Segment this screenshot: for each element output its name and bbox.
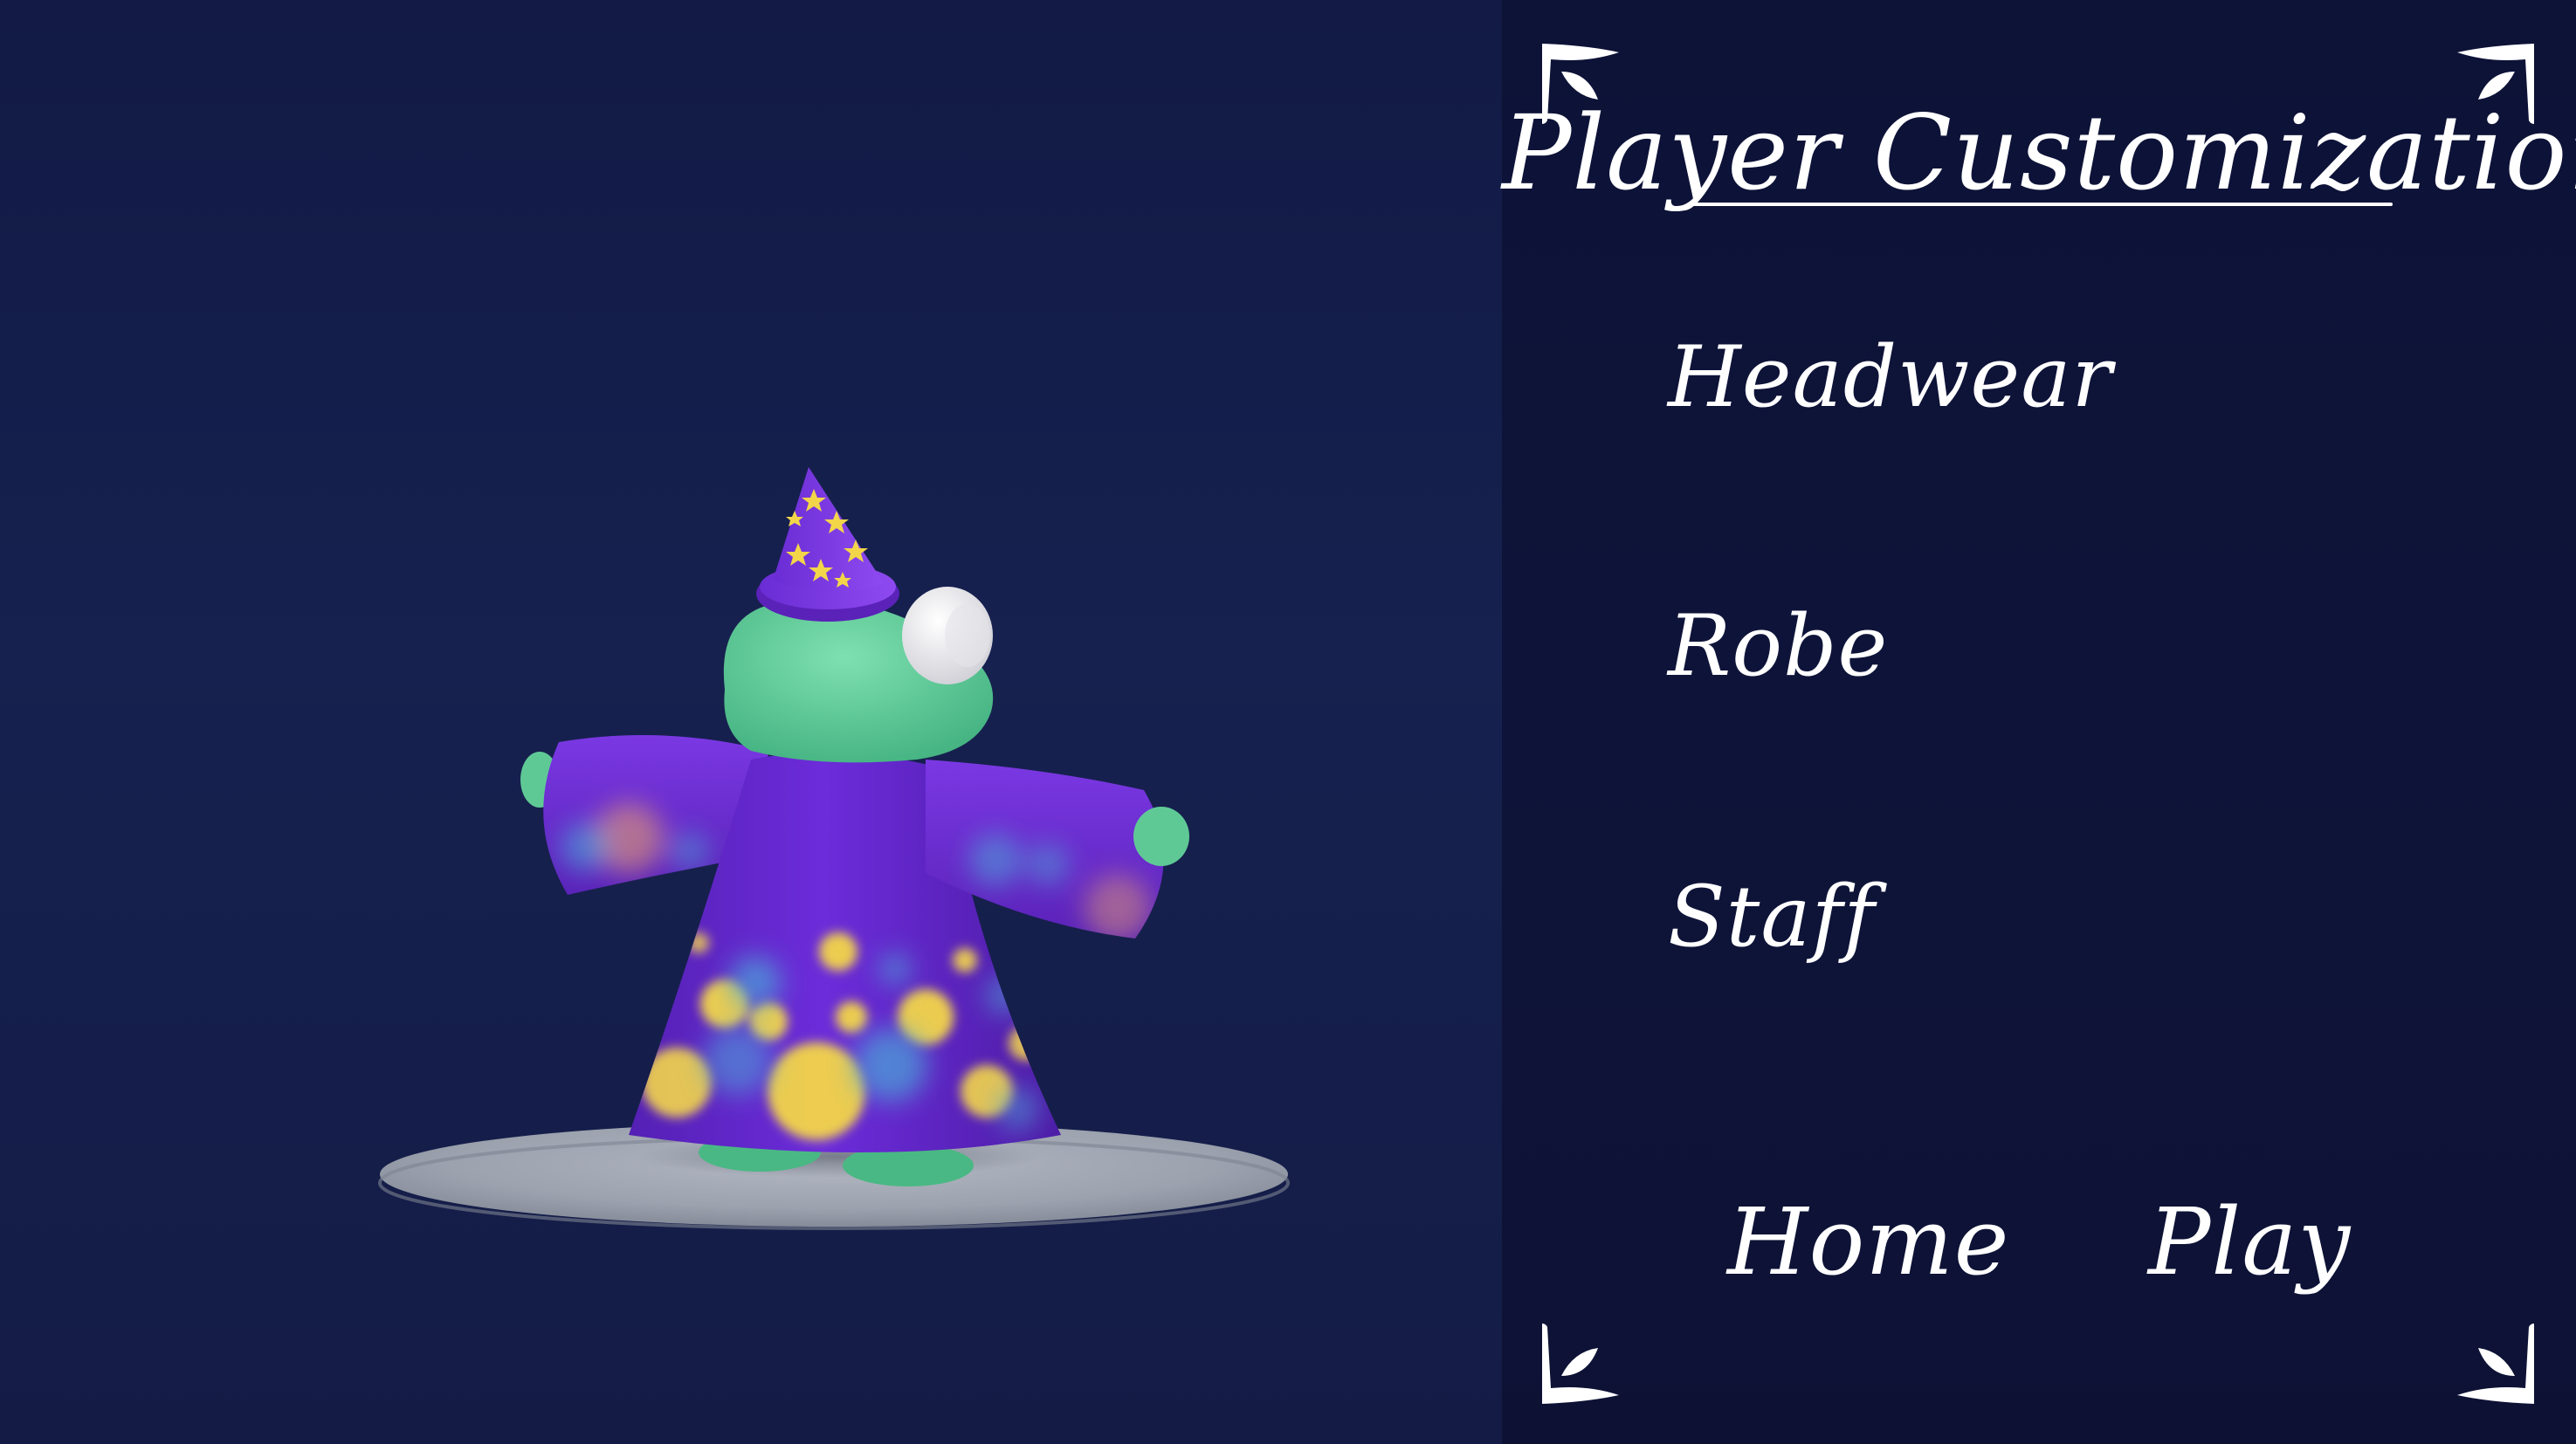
character-preview-viewport[interactable] [0, 0, 1502, 1444]
category-staff[interactable]: Staff [1668, 864, 1876, 969]
character-preview-render [378, 467, 1290, 1230]
customization-panel: Player Customization Headwear Robe Staff… [1502, 0, 2576, 1444]
leaf-corner-icon [2457, 1324, 2534, 1404]
leaf-corner-icon [1542, 1324, 1619, 1404]
title-underline [1687, 203, 2393, 206]
category-robe[interactable]: Robe [1668, 594, 1888, 698]
home-button[interactable]: Home [1727, 1186, 2010, 1299]
wizard-hat [756, 467, 899, 622]
play-button[interactable]: Play [2148, 1186, 2351, 1299]
customization-screen: Player Customization Headwear Robe Staff… [0, 0, 2576, 1444]
page-title: Player Customization [1502, 93, 2576, 213]
category-headwear[interactable]: Headwear [1668, 325, 2112, 430]
